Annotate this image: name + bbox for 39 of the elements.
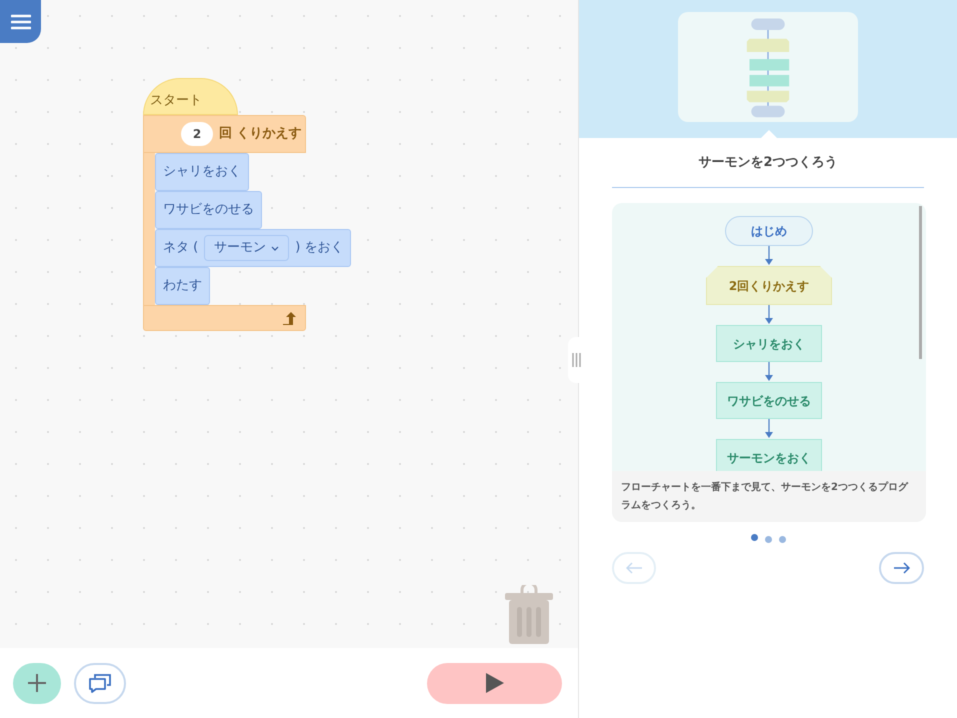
chevron-down-icon <box>271 246 280 250</box>
count-field[interactable]: 2 <box>181 122 213 146</box>
menu-button[interactable] <box>0 0 41 43</box>
code-block[interactable]: ワサビをのせる <box>155 191 262 229</box>
scrollbar[interactable] <box>919 206 922 359</box>
flowchart-node: はじめ <box>725 216 813 246</box>
trash-icon <box>505 585 553 644</box>
next-button[interactable] <box>879 552 924 584</box>
flow-arrow <box>765 305 773 325</box>
flowchart-node: シャリをおく <box>716 325 822 362</box>
code-block[interactable]: わたす <box>155 267 210 305</box>
grip-icon <box>572 353 581 367</box>
instruction-text: フローチャートを一番下まで見て、サーモンを2つつくるプログラムをつくろう。 <box>612 471 926 522</box>
code-block[interactable]: ネタ ( サーモン ) をおく <box>155 229 352 267</box>
block-label: ) をおく <box>295 239 344 258</box>
chat-button[interactable] <box>74 662 126 704</box>
add-button[interactable] <box>13 662 61 704</box>
code-block[interactable]: シャリをおく <box>155 153 249 191</box>
menu-icon <box>10 14 30 30</box>
pointer-notch <box>761 130 777 138</box>
lesson-title: サーモンを2つつくろう <box>612 138 924 188</box>
left-arrow-icon <box>626 562 642 574</box>
flowchart-node: 2回くりかえす <box>706 266 832 305</box>
flowchart-node: ワサビをのせる <box>716 382 822 419</box>
flow-arrow <box>765 362 773 382</box>
block-label: 回 くりかえす <box>219 125 302 144</box>
option-dropdown[interactable]: サーモン <box>204 235 290 261</box>
right-arrow-icon <box>894 562 910 574</box>
play-icon <box>486 673 504 693</box>
flow-arrow <box>765 246 773 266</box>
return-arrow-icon <box>282 312 296 324</box>
run-button[interactable] <box>427 662 562 704</box>
chat-icon <box>88 672 112 694</box>
flow-arrow <box>765 419 773 439</box>
start-block[interactable]: スタート <box>143 78 238 115</box>
flowchart-node: サーモンをおく <box>716 439 822 471</box>
plus-icon <box>28 674 46 692</box>
repeat-block[interactable]: 2 回 くりかえす <box>143 115 306 153</box>
block-label: ネタ ( <box>163 239 198 258</box>
